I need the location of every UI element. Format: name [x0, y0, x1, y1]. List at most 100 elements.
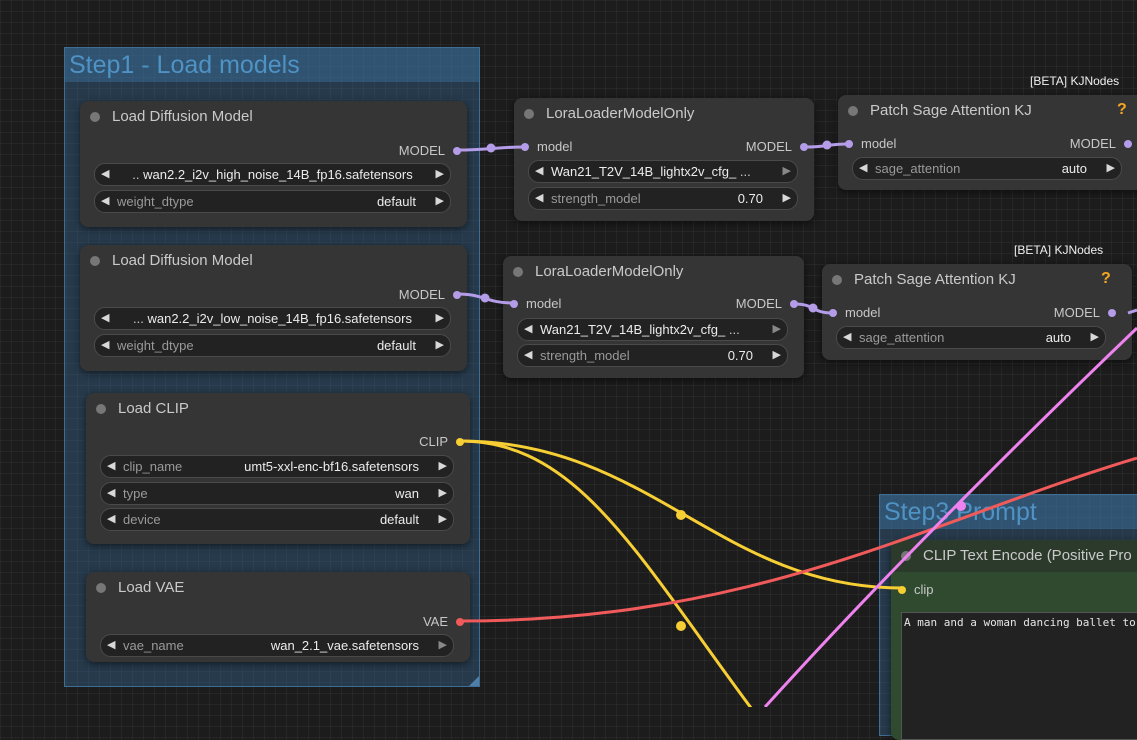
- lora-name-combo[interactable]: ◀ Wan21_T2V_14B_lightx2v_cfg_ ... ▶: [517, 318, 788, 341]
- strength-model-slider[interactable]: ◀ strength_model 0.70 ▶: [517, 344, 788, 367]
- device-combo[interactable]: ◀ device default ▶: [100, 508, 454, 531]
- model-output-dot[interactable]: [1108, 309, 1116, 317]
- decrement-arrow-icon[interactable]: ◀: [535, 164, 543, 177]
- increment-arrow-icon[interactable]: ▶: [1091, 330, 1099, 343]
- truncation-ellipsis: ...: [739, 164, 751, 179]
- port-label: MODEL: [398, 287, 445, 302]
- decrement-arrow-icon[interactable]: ◀: [107, 512, 115, 525]
- vae-output-dot[interactable]: [456, 618, 464, 626]
- output-port-clip[interactable]: CLIP: [86, 432, 470, 452]
- unet-name-combo[interactable]: ◀ .. wan2.2_i2v_high_noise_14B_fp16.safe…: [94, 163, 451, 186]
- increment-arrow-icon[interactable]: ▶: [436, 338, 444, 351]
- increment-arrow-icon[interactable]: ▶: [439, 512, 447, 525]
- increment-arrow-icon[interactable]: ▶: [783, 164, 791, 177]
- model-output-dot[interactable]: [453, 291, 461, 299]
- node-title: LoraLoaderModelOnly: [546, 105, 695, 122]
- model-output-dot[interactable]: [453, 147, 461, 155]
- node-load-diffusion-model-low[interactable]: Load Diffusion Model MODEL ◀ ... wan2.2_…: [80, 245, 467, 371]
- vae-name-combo[interactable]: ◀ vae_name wan_2.1_vae.safetensors ▶: [100, 634, 454, 657]
- weight-dtype-combo[interactable]: ◀ weight_dtype default ▶: [94, 190, 451, 213]
- model-output-dot[interactable]: [800, 143, 808, 151]
- decrement-arrow-icon[interactable]: ◀: [524, 348, 532, 361]
- sage-attention-combo[interactable]: ◀ sage_attention auto ▶: [852, 157, 1122, 180]
- decrement-arrow-icon[interactable]: ◀: [101, 311, 109, 324]
- clip-name-combo[interactable]: ◀ clip_name umt5-xxl-enc-bf16.safetensor…: [100, 455, 454, 478]
- lora-name-value: Wan21_T2V_14B_lightx2v_cfg_: [540, 322, 726, 337]
- link-midpoint: [676, 621, 686, 631]
- widget-label: strength_model: [551, 191, 641, 206]
- clip-input-dot[interactable]: [898, 586, 906, 594]
- increment-arrow-icon[interactable]: ▶: [439, 459, 447, 472]
- decrement-arrow-icon[interactable]: ◀: [101, 194, 109, 207]
- increment-arrow-icon[interactable]: ▶: [436, 194, 444, 207]
- node-load-vae[interactable]: Load VAE VAE ◀ vae_name wan_2.1_vae.safe…: [86, 572, 470, 662]
- increment-arrow-icon[interactable]: ▶: [783, 191, 791, 204]
- help-icon[interactable]: ?: [1101, 270, 1111, 288]
- increment-arrow-icon[interactable]: ▶: [439, 638, 447, 651]
- decrement-arrow-icon[interactable]: ◀: [524, 322, 532, 335]
- increment-arrow-icon[interactable]: ▶: [436, 311, 444, 324]
- strength-model-slider[interactable]: ◀ strength_model 0.70 ▶: [528, 187, 798, 210]
- output-port-model[interactable]: MODEL: [80, 285, 467, 305]
- decrement-arrow-icon[interactable]: ◀: [107, 459, 115, 472]
- widget-label: type: [123, 486, 148, 501]
- port-label: model: [861, 136, 897, 151]
- node-title: CLIP Text Encode (Positive Pro: [891, 540, 1137, 572]
- input-port-clip[interactable]: clip: [891, 580, 1137, 600]
- widget-value: umt5-xxl-enc-bf16.safetensors: [244, 459, 419, 474]
- node-patch-sage-attention-low[interactable]: Patch Sage Attention KJ ? model MODEL ◀ …: [822, 264, 1132, 360]
- model-input-dot[interactable]: [510, 300, 518, 308]
- node-lora-loader-low[interactable]: LoraLoaderModelOnly model MODEL ◀ Wan21_…: [503, 256, 804, 378]
- increment-arrow-icon[interactable]: ▶: [439, 486, 447, 499]
- truncation-ellipsis: ..: [132, 167, 140, 182]
- node-lora-loader-high[interactable]: LoraLoaderModelOnly model MODEL ◀ Wan21_…: [514, 98, 814, 221]
- group-resize-handle[interactable]: [469, 676, 479, 686]
- port-label: model: [845, 305, 881, 320]
- port-label: MODEL: [735, 296, 782, 311]
- lora-name-combo[interactable]: ◀ Wan21_T2V_14B_lightx2v_cfg_ ... ▶: [528, 160, 798, 183]
- widget-value: 0.70: [727, 348, 753, 363]
- help-icon[interactable]: ?: [1117, 101, 1127, 119]
- model-output-dot[interactable]: [790, 300, 798, 308]
- type-combo[interactable]: ◀ type wan ▶: [100, 482, 454, 505]
- output-port-model[interactable]: MODEL: [80, 141, 467, 161]
- decrement-arrow-icon[interactable]: ◀: [859, 161, 867, 174]
- model-input-dot[interactable]: [829, 309, 837, 317]
- weight-dtype-combo[interactable]: ◀ weight_dtype default ▶: [94, 334, 451, 357]
- unet-name-value: wan2.2_i2v_low_noise_14B_fp16.safetensor…: [147, 311, 412, 326]
- port-label: MODEL: [1069, 136, 1116, 151]
- model-ports[interactable]: model MODEL: [503, 294, 804, 314]
- prompt-textarea[interactable]: A man and a woman dancing ballet to: [901, 612, 1137, 740]
- output-port-vae[interactable]: VAE: [86, 612, 470, 632]
- port-label: MODEL: [398, 143, 445, 158]
- decrement-arrow-icon[interactable]: ◀: [843, 330, 851, 343]
- decrement-arrow-icon[interactable]: ◀: [101, 167, 109, 180]
- increment-arrow-icon[interactable]: ▶: [773, 348, 781, 361]
- node-clip-text-encode-positive[interactable]: CLIP Text Encode (Positive Pro clip A ma…: [891, 540, 1137, 740]
- widget-label: vae_name: [123, 638, 184, 653]
- node-patch-sage-attention-high[interactable]: Patch Sage Attention KJ ? model MODEL ◀ …: [838, 95, 1137, 190]
- model-output-dot[interactable]: [1124, 140, 1132, 148]
- model-ports[interactable]: model MODEL: [514, 137, 814, 157]
- model-input-dot[interactable]: [845, 140, 853, 148]
- decrement-arrow-icon[interactable]: ◀: [107, 638, 115, 651]
- model-ports[interactable]: model MODEL: [838, 134, 1137, 154]
- link-midpoint: [480, 293, 490, 303]
- model-input-dot[interactable]: [521, 143, 529, 151]
- widget-label: clip_name: [123, 459, 183, 474]
- increment-arrow-icon[interactable]: ▶: [1107, 161, 1115, 174]
- decrement-arrow-icon[interactable]: ◀: [535, 191, 543, 204]
- model-ports[interactable]: model MODEL: [822, 303, 1132, 323]
- increment-arrow-icon[interactable]: ▶: [773, 322, 781, 335]
- node-load-diffusion-model-high[interactable]: Load Diffusion Model MODEL ◀ .. wan2.2_i…: [80, 101, 467, 227]
- increment-arrow-icon[interactable]: ▶: [436, 167, 444, 180]
- collapse-dot[interactable]: [901, 551, 911, 561]
- truncation-ellipsis: ...: [133, 311, 144, 326]
- decrement-arrow-icon[interactable]: ◀: [107, 486, 115, 499]
- clip-output-dot[interactable]: [456, 438, 464, 446]
- node-load-clip[interactable]: Load CLIP CLIP ◀ clip_name umt5-xxl-enc-…: [86, 393, 470, 544]
- widget-value: 0.70: [737, 191, 763, 206]
- sage-attention-combo[interactable]: ◀ sage_attention auto ▶: [836, 326, 1106, 349]
- decrement-arrow-icon[interactable]: ◀: [101, 338, 109, 351]
- unet-name-combo[interactable]: ◀ ... wan2.2_i2v_low_noise_14B_fp16.safe…: [94, 307, 451, 330]
